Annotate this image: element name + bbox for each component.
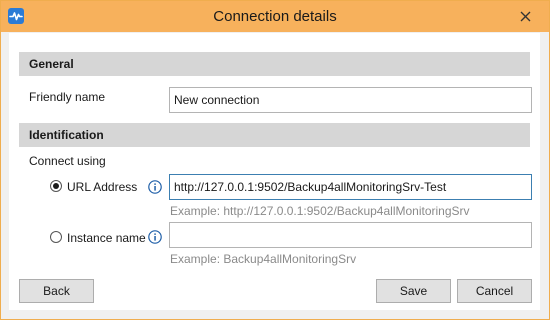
instance-name-example: Example: Backup4allMonitoringSrv	[170, 252, 357, 266]
url-address-label[interactable]: URL Address	[67, 180, 137, 194]
save-button[interactable]: Save	[376, 279, 451, 303]
close-icon	[520, 11, 531, 22]
section-header-identification: Identification	[19, 123, 530, 147]
title-bar[interactable]: Connection details	[1, 1, 549, 32]
instance-name-input[interactable]	[169, 222, 532, 248]
instance-name-label[interactable]: Instance name	[67, 231, 146, 245]
dialog-body: General Friendly name New connection Ide…	[9, 33, 540, 310]
url-address-input[interactable]: http://127.0.0.1:9502/Backup4allMonitori…	[169, 174, 532, 200]
instance-name-radio[interactable]	[50, 231, 62, 243]
back-button[interactable]: Back	[19, 279, 94, 303]
close-button[interactable]	[503, 1, 549, 32]
url-address-example: Example: http://127.0.0.1:9502/Backup4al…	[170, 204, 470, 218]
info-icon[interactable]	[148, 230, 162, 244]
cancel-button[interactable]: Cancel	[457, 279, 532, 303]
friendly-name-input[interactable]: New connection	[169, 87, 532, 113]
connect-using-label: Connect using	[29, 154, 106, 168]
window-title: Connection details	[213, 8, 337, 25]
info-icon[interactable]	[148, 180, 162, 194]
section-header-general: General	[19, 52, 530, 76]
friendly-name-label: Friendly name	[29, 90, 106, 104]
url-address-radio[interactable]	[50, 180, 62, 192]
connection-details-window: Connection details General Friendly name…	[0, 0, 550, 320]
radio-selected-dot	[53, 183, 59, 189]
